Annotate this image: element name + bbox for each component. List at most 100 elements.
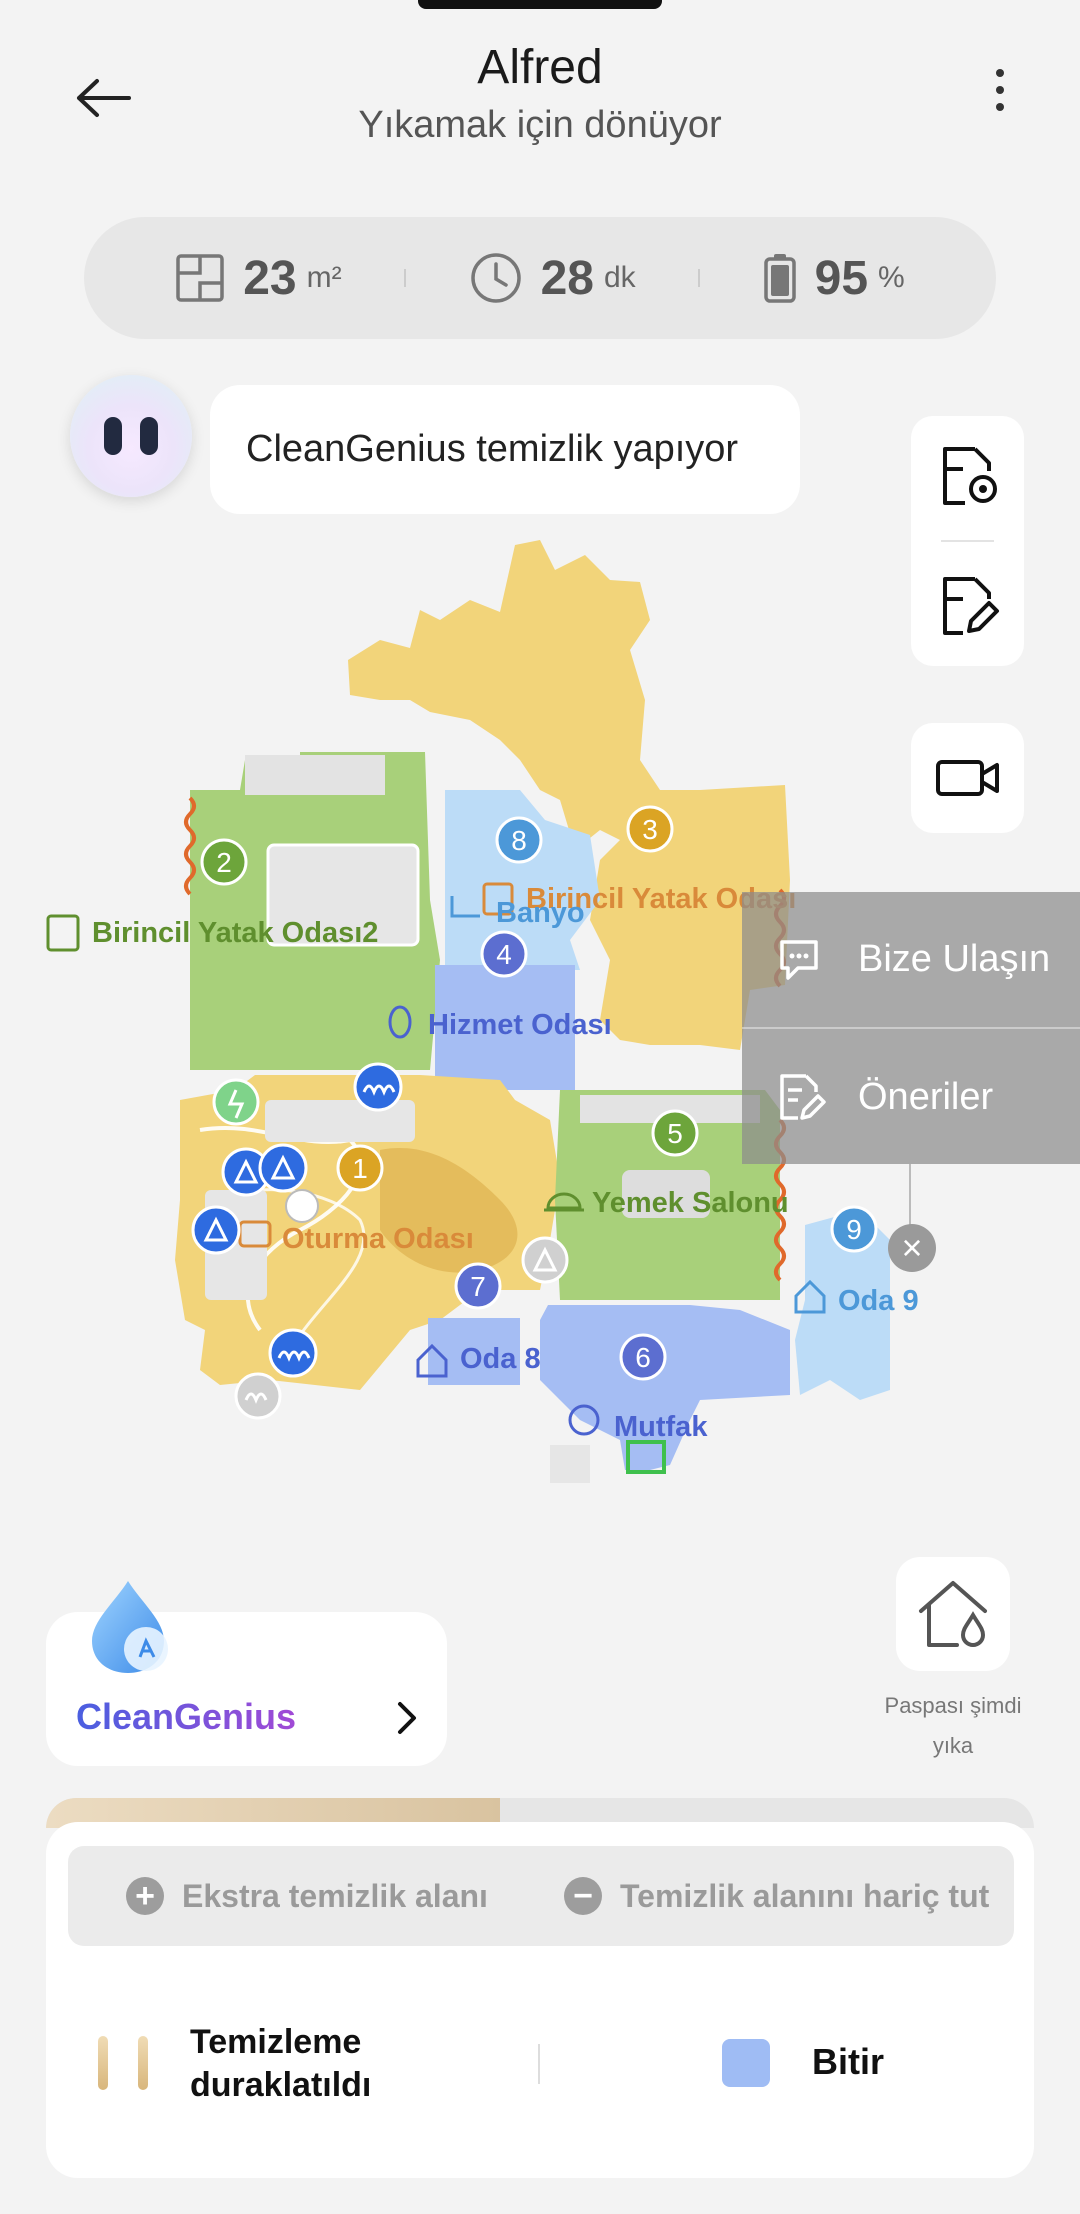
pause-label-line1: Temizleme: [190, 2023, 362, 2061]
cleangenius-label: CleanGenius: [76, 1696, 297, 1737]
room-name: Mutfak: [614, 1411, 708, 1443]
assistant-message-bubble: CleanGenius temizlik yapıyor: [210, 385, 800, 514]
room-number: 6: [635, 1342, 651, 1373]
area-value: 23: [243, 251, 297, 305]
avatar-eye: [140, 417, 158, 455]
pause-bar-icon: [138, 2036, 148, 2090]
room-name: Birincil Yatak Odası2: [92, 917, 378, 949]
room-name: Oturma Odası: [282, 1223, 474, 1255]
room-marker-2[interactable]: 2: [200, 838, 248, 886]
divider: [698, 269, 701, 287]
room-number: 1: [352, 1153, 368, 1184]
area-icon: [176, 254, 224, 302]
view-map-button[interactable]: [911, 416, 1024, 536]
robot-position-icon: [212, 1078, 260, 1126]
divider: [941, 540, 994, 542]
camera-button[interactable]: [911, 723, 1024, 833]
obstacle-icon[interactable]: [258, 1143, 308, 1193]
cleangenius-drop-icon: [92, 1581, 168, 1673]
more-options-button[interactable]: [970, 60, 1030, 120]
chat-support-icon: [780, 940, 818, 980]
wash-mop-label: Paspası şimdi yıka: [862, 1686, 1044, 1766]
room-name: Banyo: [496, 897, 585, 929]
battery-stat: 95 %: [763, 251, 905, 306]
map-view-icon: [942, 447, 997, 505]
map-edit-icon: [942, 577, 999, 635]
add-extra-area-button[interactable]: + Ekstra temizlik alanı: [126, 1877, 488, 1915]
contact-us-label: Bize Ulaşın: [858, 937, 1051, 980]
room-marker-5[interactable]: 5: [651, 1109, 699, 1157]
back-button[interactable]: [60, 55, 146, 141]
edit-map-button[interactable]: [911, 546, 1024, 666]
room-number: 5: [667, 1118, 683, 1149]
room-marker-4[interactable]: 4: [480, 930, 528, 978]
status-notch: [418, 0, 662, 9]
exclude-area-label: Temizlik alanını hariç tut: [620, 1877, 990, 1914]
disabled-obstacle-icon[interactable]: [521, 1236, 569, 1284]
more-dot-icon: [996, 86, 1004, 94]
clock-icon: [470, 253, 521, 303]
contact-us-item[interactable]: Bize Ulaşın: [742, 892, 1080, 1026]
room-number: 8: [511, 825, 527, 856]
room-marker-1[interactable]: 1: [336, 1144, 384, 1192]
bed-icon: [46, 914, 80, 952]
suggestions-item[interactable]: Öneriler: [742, 1030, 1080, 1164]
room-name: Yemek Salonu: [592, 1187, 789, 1219]
area-actions-bar: + Ekstra temizlik alanı − Temizlik alanı…: [68, 1846, 1014, 1946]
battery-icon: [763, 254, 796, 303]
room-name: Oda 9: [838, 1285, 919, 1317]
pause-resume-button[interactable]: [98, 2036, 148, 2090]
wash-mop-button[interactable]: [896, 1557, 1010, 1671]
pause-bar-icon: [98, 2036, 108, 2090]
close-icon: ×: [901, 1227, 923, 1268]
wash-mop-label-line2: yıka: [932, 1733, 974, 1758]
room-number: 3: [642, 814, 658, 845]
furniture: [550, 1445, 590, 1483]
obstacle-icon[interactable]: [191, 1205, 241, 1255]
room-number: 7: [470, 1271, 486, 1302]
video-camera-icon: [935, 760, 999, 796]
more-dot-icon: [996, 103, 1004, 111]
avatar-eye: [104, 417, 122, 455]
home-drop-icon: [919, 1581, 987, 1648]
furniture: [245, 755, 385, 795]
finish-button[interactable]: Bitir: [812, 2041, 884, 2083]
area-unit: m²: [306, 261, 342, 294]
pause-status-label[interactable]: Temizleme duraklatıldı: [190, 2021, 440, 2107]
wash-mop-label-line1: Paspası şimdi: [884, 1693, 1022, 1718]
room-number: 9: [846, 1214, 862, 1245]
room-marker-3[interactable]: 3: [626, 805, 674, 853]
room-label-2: Birincil Yatak Odası2: [46, 914, 378, 952]
minus-circle-icon: −: [564, 1877, 602, 1915]
device-status: Yıkamak için dönüyor: [358, 104, 722, 146]
close-menu-button[interactable]: ×: [888, 1224, 936, 1272]
pet-icon[interactable]: [285, 1189, 319, 1223]
mop-icon[interactable]: [268, 1328, 318, 1378]
disabled-mop-icon[interactable]: [234, 1372, 282, 1420]
time-unit: dk: [603, 261, 636, 294]
device-title: Alfred: [477, 41, 603, 94]
mop-icon[interactable]: [353, 1062, 403, 1112]
room-name: Oda 8: [460, 1343, 541, 1375]
divider: [742, 1027, 1080, 1029]
room-marker-9[interactable]: 9: [830, 1205, 878, 1253]
room-marker-7[interactable]: 7: [454, 1262, 502, 1310]
room-marker-8[interactable]: 8: [495, 816, 543, 864]
add-extra-area-label: Ekstra temizlik alanı: [182, 1877, 488, 1914]
divider: [538, 2044, 540, 2084]
arrow-left-icon: [77, 79, 131, 117]
feedback-edit-icon: [780, 1074, 826, 1120]
battery-value: 95: [814, 251, 869, 305]
exclude-area-button[interactable]: − Temizlik alanını hariç tut: [564, 1877, 989, 1915]
map-tools-panel: [911, 416, 1024, 666]
finish-icon[interactable]: [722, 2039, 770, 2087]
time-stat: 28 dk: [469, 251, 636, 306]
assistant-avatar[interactable]: [70, 375, 192, 497]
suggestions-label: Öneriler: [858, 1075, 994, 1118]
room-marker-6[interactable]: 6: [619, 1333, 667, 1381]
more-dot-icon: [996, 69, 1004, 77]
area-stat: 23 m²: [175, 251, 342, 306]
floating-help-menu: Bize Ulaşın Öneriler: [742, 892, 1080, 1164]
divider: [404, 269, 407, 287]
room-number: 4: [496, 939, 512, 970]
